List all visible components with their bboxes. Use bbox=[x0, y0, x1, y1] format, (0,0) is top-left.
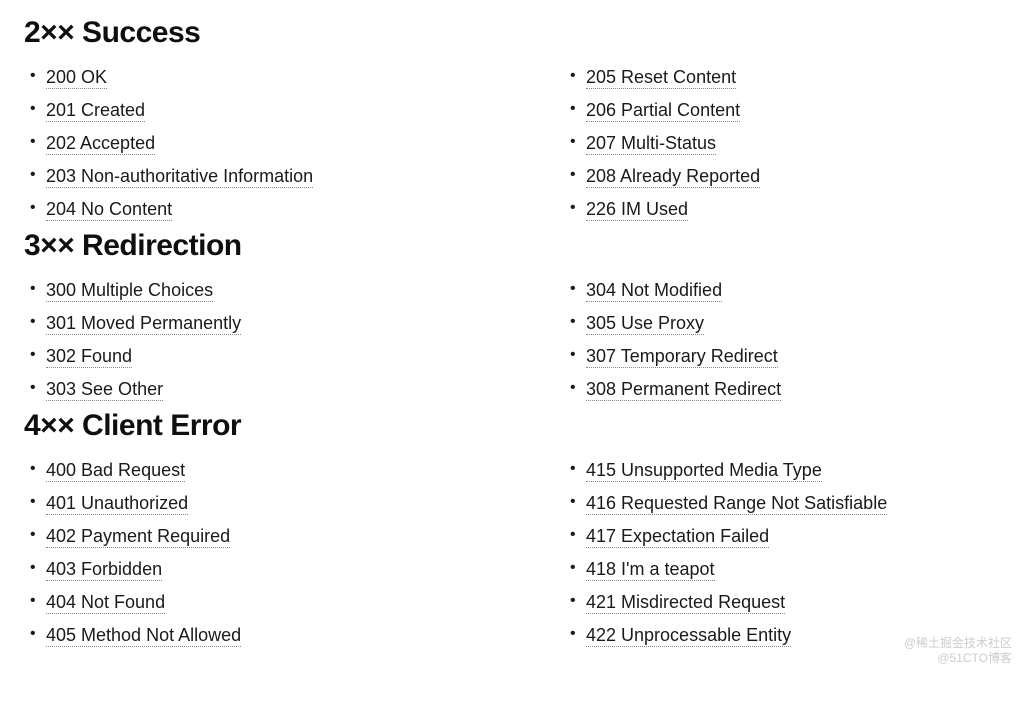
list-item: 304 Not Modified bbox=[586, 277, 1022, 304]
status-link[interactable]: 307 Temporary Redirect bbox=[586, 346, 778, 368]
list-item: 207 Multi-Status bbox=[586, 130, 1022, 157]
status-link[interactable]: 417 Expectation Failed bbox=[586, 526, 769, 548]
status-link[interactable]: 208 Already Reported bbox=[586, 166, 760, 188]
status-link[interactable]: 404 Not Found bbox=[46, 592, 165, 614]
list-item: 417 Expectation Failed bbox=[586, 523, 1022, 550]
columns-4xx: 400 Bad Request 401 Unauthorized 402 Pay… bbox=[24, 457, 998, 655]
list-item: 422 Unprocessable Entity bbox=[586, 622, 1022, 649]
list-item: 203 Non-authoritative Information bbox=[46, 163, 564, 190]
status-link[interactable]: 305 Use Proxy bbox=[586, 313, 704, 335]
status-link[interactable]: 204 No Content bbox=[46, 199, 172, 221]
list-item: 421 Misdirected Request bbox=[586, 589, 1022, 616]
list-item: 208 Already Reported bbox=[586, 163, 1022, 190]
list-item: 400 Bad Request bbox=[46, 457, 564, 484]
col-left-4xx: 400 Bad Request 401 Unauthorized 402 Pay… bbox=[24, 457, 564, 655]
status-link[interactable]: 206 Partial Content bbox=[586, 100, 740, 122]
status-link[interactable]: 401 Unauthorized bbox=[46, 493, 188, 515]
col-left-2xx: 200 OK 201 Created 202 Accepted 203 Non-… bbox=[24, 64, 564, 229]
status-link[interactable]: 300 Multiple Choices bbox=[46, 280, 213, 302]
status-link[interactable]: 416 Requested Range Not Satisfiable bbox=[586, 493, 887, 515]
list-item: 401 Unauthorized bbox=[46, 490, 564, 517]
list-item: 308 Permanent Redirect bbox=[586, 376, 1022, 403]
status-link[interactable]: 418 I'm a teapot bbox=[586, 559, 715, 581]
status-link[interactable]: 403 Forbidden bbox=[46, 559, 162, 581]
columns-2xx: 200 OK 201 Created 202 Accepted 203 Non-… bbox=[24, 64, 998, 229]
heading-4xx: 4×× Client Error bbox=[24, 409, 998, 443]
list-item: 416 Requested Range Not Satisfiable bbox=[586, 490, 1022, 517]
list-item: 402 Payment Required bbox=[46, 523, 564, 550]
status-link[interactable]: 402 Payment Required bbox=[46, 526, 230, 548]
status-link[interactable]: 308 Permanent Redirect bbox=[586, 379, 781, 401]
list-4xx-left: 400 Bad Request 401 Unauthorized 402 Pay… bbox=[24, 457, 564, 649]
list-item: 307 Temporary Redirect bbox=[586, 343, 1022, 370]
list-item: 415 Unsupported Media Type bbox=[586, 457, 1022, 484]
status-link[interactable]: 202 Accepted bbox=[46, 133, 155, 155]
status-link[interactable]: 400 Bad Request bbox=[46, 460, 185, 482]
list-item: 305 Use Proxy bbox=[586, 310, 1022, 337]
list-item: 302 Found bbox=[46, 343, 564, 370]
list-item: 206 Partial Content bbox=[586, 97, 1022, 124]
status-link[interactable]: 301 Moved Permanently bbox=[46, 313, 241, 335]
list-2xx-right: 205 Reset Content 206 Partial Content 20… bbox=[564, 64, 1022, 223]
section-3xx: 3×× Redirection 300 Multiple Choices 301… bbox=[24, 229, 998, 409]
list-item: 226 IM Used bbox=[586, 196, 1022, 223]
status-link[interactable]: 207 Multi-Status bbox=[586, 133, 716, 155]
list-item: 201 Created bbox=[46, 97, 564, 124]
section-2xx: 2×× Success 200 OK 201 Created 202 Accep… bbox=[24, 16, 998, 229]
list-item: 300 Multiple Choices bbox=[46, 277, 564, 304]
status-link[interactable]: 302 Found bbox=[46, 346, 132, 368]
status-link[interactable]: 205 Reset Content bbox=[586, 67, 736, 89]
status-link[interactable]: 200 OK bbox=[46, 67, 107, 89]
list-2xx-left: 200 OK 201 Created 202 Accepted 203 Non-… bbox=[24, 64, 564, 223]
section-4xx: 4×× Client Error 400 Bad Request 401 Una… bbox=[24, 409, 998, 655]
status-link[interactable]: 415 Unsupported Media Type bbox=[586, 460, 822, 482]
status-link[interactable]: 203 Non-authoritative Information bbox=[46, 166, 313, 188]
status-link[interactable]: 405 Method Not Allowed bbox=[46, 625, 241, 647]
list-3xx-left: 300 Multiple Choices 301 Moved Permanent… bbox=[24, 277, 564, 403]
col-right-2xx: 205 Reset Content 206 Partial Content 20… bbox=[564, 64, 1022, 229]
list-4xx-right: 415 Unsupported Media Type 416 Requested… bbox=[564, 457, 1022, 649]
col-right-4xx: 415 Unsupported Media Type 416 Requested… bbox=[564, 457, 1022, 655]
status-link[interactable]: 303 See Other bbox=[46, 379, 163, 401]
list-3xx-right: 304 Not Modified 305 Use Proxy 307 Tempo… bbox=[564, 277, 1022, 403]
list-item: 301 Moved Permanently bbox=[46, 310, 564, 337]
columns-3xx: 300 Multiple Choices 301 Moved Permanent… bbox=[24, 277, 998, 409]
list-item: 200 OK bbox=[46, 64, 564, 91]
heading-3xx: 3×× Redirection bbox=[24, 229, 998, 263]
col-right-3xx: 304 Not Modified 305 Use Proxy 307 Tempo… bbox=[564, 277, 1022, 409]
list-item: 418 I'm a teapot bbox=[586, 556, 1022, 583]
status-link[interactable]: 304 Not Modified bbox=[586, 280, 722, 302]
status-link[interactable]: 422 Unprocessable Entity bbox=[586, 625, 791, 647]
list-item: 303 See Other bbox=[46, 376, 564, 403]
list-item: 205 Reset Content bbox=[586, 64, 1022, 91]
list-item: 202 Accepted bbox=[46, 130, 564, 157]
list-item: 403 Forbidden bbox=[46, 556, 564, 583]
list-item: 405 Method Not Allowed bbox=[46, 622, 564, 649]
heading-2xx: 2×× Success bbox=[24, 16, 998, 50]
status-link[interactable]: 201 Created bbox=[46, 100, 145, 122]
status-link[interactable]: 421 Misdirected Request bbox=[586, 592, 785, 614]
list-item: 204 No Content bbox=[46, 196, 564, 223]
status-link[interactable]: 226 IM Used bbox=[586, 199, 688, 221]
list-item: 404 Not Found bbox=[46, 589, 564, 616]
col-left-3xx: 300 Multiple Choices 301 Moved Permanent… bbox=[24, 277, 564, 409]
